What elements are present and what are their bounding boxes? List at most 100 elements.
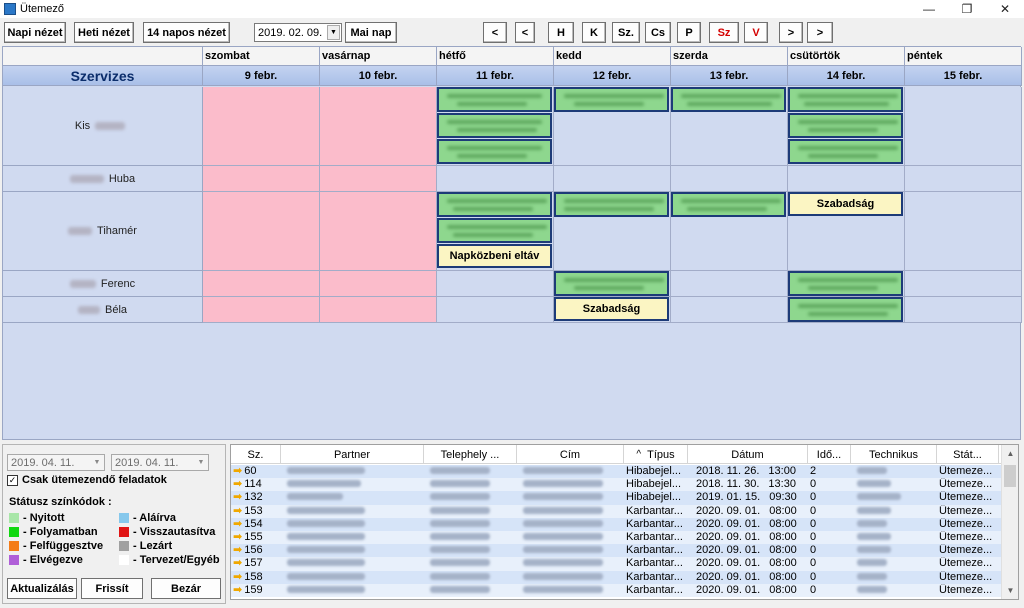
table-row[interactable]: ➡ 114 Hibabejel... 2018. 11. 30. 13:30 0 Üteme… xyxy=(231,478,1001,492)
col-header-partner[interactable]: Partner xyxy=(281,445,424,464)
schedule-cell[interactable] xyxy=(437,297,554,323)
lunch-break-event[interactable]: Napközbeni eltáv xyxy=(437,244,552,268)
chevron-down-icon[interactable]: ▼ xyxy=(91,456,103,469)
nav-friday-button[interactable]: P xyxy=(677,22,701,43)
minimize-button[interactable]: — xyxy=(910,0,948,18)
technician-row-ferenc[interactable]: Ferenc xyxy=(3,271,203,297)
chevron-down-icon[interactable]: ▼ xyxy=(327,25,340,40)
schedule-cell[interactable] xyxy=(203,192,320,271)
task-block[interactable] xyxy=(437,218,552,243)
restore-button[interactable]: ❐ xyxy=(948,0,986,18)
nav-prev-day-button[interactable]: < xyxy=(515,22,535,43)
only-scheduled-row[interactable]: ✓ Csak ütemezendő feladatok xyxy=(7,474,167,486)
schedule-cell[interactable] xyxy=(437,271,554,297)
col-header-type[interactable]: ^ Típus xyxy=(624,445,688,464)
technician-row-huba[interactable]: Huba xyxy=(3,166,203,192)
schedule-cell[interactable] xyxy=(905,87,1022,166)
table-row[interactable]: ➡ 159 Karbantar... 2020. 09. 01. 08:00 0 Üteme… xyxy=(231,583,1001,597)
schedule-cell[interactable] xyxy=(671,297,788,323)
technician-row-bela[interactable]: Béla xyxy=(3,297,203,323)
schedule-cell[interactable] xyxy=(320,166,437,192)
task-block[interactable] xyxy=(554,192,669,217)
schedule-cell[interactable] xyxy=(203,297,320,323)
schedule-cell[interactable] xyxy=(905,166,1022,192)
fourteen-day-view-button[interactable]: 14 napos nézet xyxy=(143,22,230,43)
task-block[interactable] xyxy=(437,113,552,138)
schedule-cell[interactable] xyxy=(671,271,788,297)
schedule-cell[interactable] xyxy=(203,271,320,297)
schedule-cell[interactable] xyxy=(554,166,671,192)
table-scrollbar[interactable]: ▲ ▼ xyxy=(1001,445,1018,599)
col-header-date[interactable]: Dátum xyxy=(688,445,808,464)
task-block[interactable] xyxy=(788,87,903,112)
task-block[interactable] xyxy=(788,297,903,322)
schedule-cell[interactable] xyxy=(203,166,320,192)
vacation-event[interactable]: Szabadság xyxy=(554,297,669,321)
schedule-cell[interactable] xyxy=(320,192,437,271)
today-button[interactable]: Mai nap xyxy=(345,22,397,43)
schedule-cell[interactable] xyxy=(788,166,905,192)
col-header-status[interactable]: Stát... xyxy=(937,445,999,464)
date-to-picker[interactable]: 2019. 04. 11. ▼ xyxy=(111,454,209,471)
week-view-button[interactable]: Heti nézet xyxy=(74,22,134,43)
day-view-button[interactable]: Napi nézet xyxy=(4,22,66,43)
nav-monday-button[interactable]: H xyxy=(548,22,574,43)
scroll-down-icon[interactable]: ▼ xyxy=(1002,582,1018,599)
schedule-cell[interactable] xyxy=(905,297,1022,323)
technician-row-tihamer[interactable]: Tihamér xyxy=(3,192,203,271)
task-block[interactable] xyxy=(671,87,786,112)
schedule-cell[interactable] xyxy=(905,271,1022,297)
date-from-picker[interactable]: 2019. 04. 11. ▼ xyxy=(7,454,105,471)
table-row[interactable]: ➡ 60 Hibabejel... 2018. 11. 26. 13:00 2 Ütemez… xyxy=(231,465,1001,479)
col-header-number[interactable]: Sz. xyxy=(231,445,281,464)
only-scheduled-checkbox[interactable]: ✓ xyxy=(7,474,18,486)
date-header-saturday: 9 febr. xyxy=(203,66,320,86)
table-row[interactable]: ➡ 156 Karbantar... 2020. 09. 01. 08:00 0 Üteme… xyxy=(231,544,1001,558)
table-row[interactable]: ➡ 157 Karbantar... 2020. 09. 01. 08:00 0 Üteme… xyxy=(231,557,1001,571)
nav-saturday-button[interactable]: Sz xyxy=(709,22,739,43)
task-block[interactable] xyxy=(437,139,552,164)
chevron-down-icon[interactable]: ▼ xyxy=(195,456,207,469)
task-block[interactable] xyxy=(437,192,552,217)
task-block[interactable] xyxy=(788,113,903,138)
schedule-cell[interactable] xyxy=(437,166,554,192)
nav-tuesday-button[interactable]: K xyxy=(582,22,606,43)
task-block[interactable] xyxy=(671,192,786,217)
schedule-cell[interactable] xyxy=(671,166,788,192)
date-picker[interactable]: 2019. 02. 09. ▼ xyxy=(254,23,342,42)
schedule-cell[interactable] xyxy=(320,297,437,323)
task-block[interactable] xyxy=(788,139,903,164)
schedule-cell[interactable] xyxy=(320,271,437,297)
table-row[interactable]: ➡ 155 Karbantar... 2020. 09. 01. 08:00 0 Üteme… xyxy=(231,530,1001,545)
task-block[interactable] xyxy=(554,271,669,296)
close-button[interactable]: Bezár xyxy=(151,578,221,599)
col-header-address[interactable]: Cím xyxy=(517,445,624,464)
table-row[interactable]: ➡ 154 Karbantar... 2020. 09. 01. 08:00 0 Üteme… xyxy=(231,517,1001,531)
task-block[interactable] xyxy=(788,271,903,296)
scroll-thumb[interactable] xyxy=(1004,465,1016,487)
nav-wednesday-button[interactable]: Sz. xyxy=(612,22,640,43)
nav-next-week-button[interactable]: > xyxy=(807,22,833,43)
col-header-site[interactable]: Telephely ... xyxy=(424,445,517,464)
schedule-cell[interactable] xyxy=(320,87,437,166)
table-row[interactable]: ➡ 158 Karbantar... 2020. 09. 01. 08:00 0 Üteme… xyxy=(231,570,1001,584)
nav-sunday-button[interactable]: V xyxy=(744,22,768,43)
technician-row-kis[interactable]: Kis xyxy=(3,87,203,166)
col-header-duration[interactable]: Idő... xyxy=(808,445,851,464)
update-button[interactable]: Aktualizálás xyxy=(7,578,77,599)
nav-prev-week-button[interactable]: < xyxy=(483,22,507,43)
nav-thursday-button[interactable]: Cs xyxy=(645,22,671,43)
col-header-technician[interactable]: Technikus xyxy=(851,445,937,464)
close-window-button[interactable]: ✕ xyxy=(986,0,1024,18)
task-block[interactable] xyxy=(437,87,552,112)
task-block[interactable] xyxy=(554,87,669,112)
refresh-button[interactable]: Frissít xyxy=(81,578,143,599)
table-row[interactable]: ➡ 153 Karbantar... 2020. 09. 01. 08:00 0 Üteme… xyxy=(231,504,1001,518)
cell-technician xyxy=(851,465,937,478)
table-row[interactable]: ➡ 132 Hibabejel... 2019. 01. 15. 09:30 0 Üteme… xyxy=(231,491,1001,505)
schedule-cell[interactable] xyxy=(203,87,320,166)
vacation-event[interactable]: Szabadság xyxy=(788,192,903,216)
scroll-up-icon[interactable]: ▲ xyxy=(1002,445,1018,462)
schedule-cell[interactable] xyxy=(905,192,1022,271)
nav-next-day-button[interactable]: > xyxy=(779,22,803,43)
